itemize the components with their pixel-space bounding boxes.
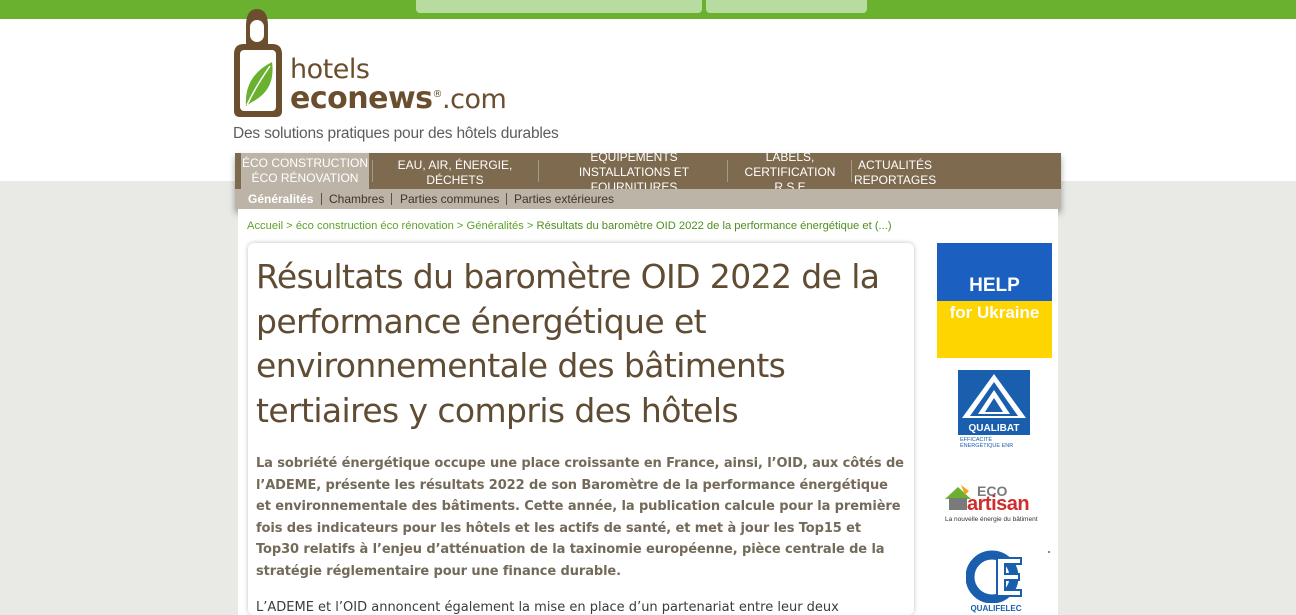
site-tagline: Des solutions pratiques pour des hôtels … <box>233 125 559 142</box>
breadcrumb-subsection-link[interactable]: Généralités <box>467 220 524 232</box>
breadcrumb-separator: > <box>523 220 537 232</box>
eco-artisan-logo[interactable]: ECO artisan La nouvelle énergie du bâtim… <box>943 483 1047 525</box>
nav-item-labels[interactable]: LABELS, CERTIFICATION R.S.E <box>730 150 850 194</box>
nav-item-line1: EQUIPEMENTS <box>590 150 678 164</box>
nav-item-equipements[interactable]: EQUIPEMENTS INSTALLATIONS ET FOURNITURES <box>541 150 727 194</box>
sub-nav-separator <box>506 193 507 205</box>
nav-item-line2: REPORTAGES <box>854 172 937 187</box>
logo-com-suffix: .com <box>442 84 507 115</box>
article-body: L’ADEME et l’OID annoncent également la … <box>256 600 839 615</box>
nav-separator <box>727 160 728 182</box>
logo-registered-mark: ® <box>432 89 443 100</box>
qualibat-small-text: EFFICACITÉ ÉNERGÉTIQUE ENR <box>960 437 1028 449</box>
eco-artisan-tagline: La nouvelle énergie du bâtiment <box>945 516 1038 523</box>
qualibat-small-2: ÉNERGÉTIQUE <box>960 443 1001 449</box>
breadcrumb: Accueil > éco construction éco rénovatio… <box>247 220 892 232</box>
article-chapo: La sobriété énergétique occupe une place… <box>256 456 904 579</box>
nav-item-line1: ACTUALITÉS <box>857 157 932 172</box>
sub-nav-chambres[interactable]: Chambres <box>329 192 384 206</box>
qualibat-label: QUALIBAT <box>958 422 1030 435</box>
logo-text-econews[interactable]: econews®.com <box>290 81 507 116</box>
main-navigation: ÉCO CONSTRUCTION ÉCO RÉNOVATION EAU, AIR… <box>235 150 1061 209</box>
top-bar <box>0 0 1296 19</box>
nav-item-actualites[interactable]: ACTUALITÉS REPORTAGES <box>854 156 936 189</box>
help-ukraine-banner[interactable]: HELP for Ukraine <box>937 243 1052 358</box>
sub-nav-separator <box>321 193 322 205</box>
article-title: Résultats du baromètre OID 2022 de la pe… <box>256 257 880 430</box>
nav-item-eco-construction[interactable]: ÉCO CONSTRUCTION ÉCO RÉNOVATION <box>241 153 369 189</box>
logo-econews-word: econews <box>290 81 433 116</box>
ukraine-banner-line1: HELP <box>969 275 1020 296</box>
qualifelec-logo[interactable]: QUALIFELEC <box>966 549 1026 615</box>
qualifelec-name: QUALIFELEC <box>970 604 1022 613</box>
sub-nav-parties-communes[interactable]: Parties communes <box>400 192 499 206</box>
nav-separator <box>372 160 373 182</box>
breadcrumb-separator: > <box>283 220 296 232</box>
article-card: Résultats du baromètre OID 2022 de la pe… <box>248 243 914 615</box>
qualibat-pyramid-icon <box>958 370 1030 422</box>
eco-artisan-word: artisan <box>967 493 1030 515</box>
breadcrumb-home-link[interactable]: Accueil <box>247 220 283 232</box>
nav-main-bar: ÉCO CONSTRUCTION ÉCO RÉNOVATION EAU, AIR… <box>235 150 1061 194</box>
ukraine-banner-line2: for Ukraine <box>949 303 1040 322</box>
nav-item-line1: EAU, AIR, ÉNERGIE, DÉCHETS <box>397 157 513 187</box>
breadcrumb-separator: > <box>453 220 467 232</box>
nav-item-line2: ÉCO RÉNOVATION <box>251 171 359 185</box>
nav-item-eau-air-energie[interactable]: EAU, AIR, ÉNERGIE, DÉCHETS <box>375 156 535 189</box>
nav-item-line1: ÉCO CONSTRUCTION <box>242 156 368 170</box>
sub-nav-parties-exterieures[interactable]: Parties extérieures <box>514 192 614 206</box>
sub-nav-generalites[interactable]: Généralités <box>248 192 313 206</box>
nav-item-line1: LABELS, <box>765 150 815 164</box>
qualifelec-qe-icon <box>966 550 1022 603</box>
sidebar-dot <box>1048 551 1050 553</box>
nav-sub-bar: Généralités Chambres Parties communes Pa… <box>235 189 1061 209</box>
sub-nav-separator <box>391 193 392 205</box>
breadcrumb-section-link[interactable]: éco construction éco rénovation <box>296 220 454 232</box>
qualibat-logo[interactable]: QUALIBAT EFFICACITÉ ÉNERGÉTIQUE ENR <box>958 370 1030 452</box>
nav-separator <box>851 160 852 182</box>
nav-separator <box>538 160 539 182</box>
top-tab-2[interactable] <box>706 0 867 13</box>
sidebar: HELP for Ukraine QUALIBAT EFFICACITÉ ÉNE… <box>930 243 1058 615</box>
qualibat-small-3: ENR <box>1001 443 1014 449</box>
breadcrumb-current: Résultats du baromètre OID 2022 de la pe… <box>536 220 892 232</box>
